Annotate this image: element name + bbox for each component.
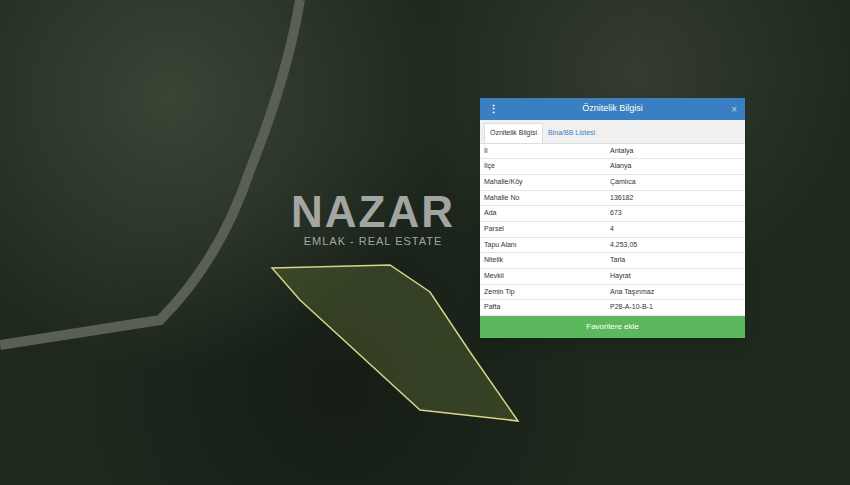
attribute-label: Mahalle No [480, 193, 608, 204]
attribute-row: Mahalle/KöyÇamlıca [480, 175, 745, 191]
attribute-value: P28-A-10-B-1 [608, 302, 745, 313]
tab[interactable]: Öznitelik Bilgisi [484, 123, 543, 143]
attribute-label: Mahalle/Köy [480, 177, 608, 188]
attribute-row: NitelikTarla [480, 253, 745, 269]
attribute-row: Tapu Alanı4.253,05 [480, 238, 745, 254]
attribute-value: 4 [608, 224, 745, 235]
attribute-value: Çamlıca [608, 177, 745, 188]
attribute-label: Ada [480, 208, 608, 219]
menu-icon[interactable]: ⋮ [488, 101, 500, 118]
watermark-logo: NAZAR [291, 190, 455, 234]
attribute-label: Nitelik [480, 255, 608, 266]
attribute-value: 673 [608, 208, 745, 219]
map[interactable]: NAZAREMLAK - REAL ESTATE ⋮Öznitelik Bilg… [0, 0, 850, 485]
attribute-popup: ⋮Öznitelik Bilgisi×Öznitelik BilgisiBina… [480, 98, 745, 338]
favorites-button[interactable]: Favorilere ekle [480, 316, 745, 338]
tab-bar: Öznitelik BilgisiBina/BB Listesi [480, 120, 745, 144]
attribute-value: Antalya [608, 146, 745, 157]
attribute-label: Pafta [480, 302, 608, 313]
attribute-row: MevkiiHayrat [480, 269, 745, 285]
tab[interactable]: Bina/BB Listesi [543, 124, 600, 143]
watermark: NAZAREMLAK - REAL ESTATE [288, 190, 458, 248]
attribute-label: Parsel [480, 224, 608, 235]
popup-title: Öznitelik Bilgisi [500, 102, 725, 116]
attribute-value: 4.253,05 [608, 240, 745, 251]
attribute-row: Mahalle No136182 [480, 191, 745, 207]
attribute-row: İlçeAlanya [480, 159, 745, 175]
attribute-value: Alanya [608, 161, 745, 172]
popup-header: ⋮Öznitelik Bilgisi× [480, 98, 745, 120]
attribute-label: İl [480, 146, 608, 157]
attribute-row: PaftaP28-A-10-B-1 [480, 300, 745, 316]
attribute-row: Ada673 [480, 206, 745, 222]
attribute-value: 136182 [608, 193, 745, 204]
attribute-row: Zemin TipAna Taşınmaz [480, 285, 745, 301]
attribute-label: Zemin Tip [480, 287, 608, 298]
attribute-row: Parsel4 [480, 222, 745, 238]
attribute-value: Hayrat [608, 271, 745, 282]
attribute-label: Tapu Alanı [480, 240, 608, 251]
attribute-label: İlçe [480, 161, 608, 172]
attribute-value: Tarla [608, 255, 745, 266]
attribute-label: Mevkii [480, 271, 608, 282]
attribute-value: Ana Taşınmaz [608, 287, 745, 298]
close-icon[interactable]: × [725, 102, 737, 117]
watermark-subtitle: EMLAK - REAL ESTATE [304, 234, 443, 248]
attribute-row: İlAntalya [480, 144, 745, 160]
